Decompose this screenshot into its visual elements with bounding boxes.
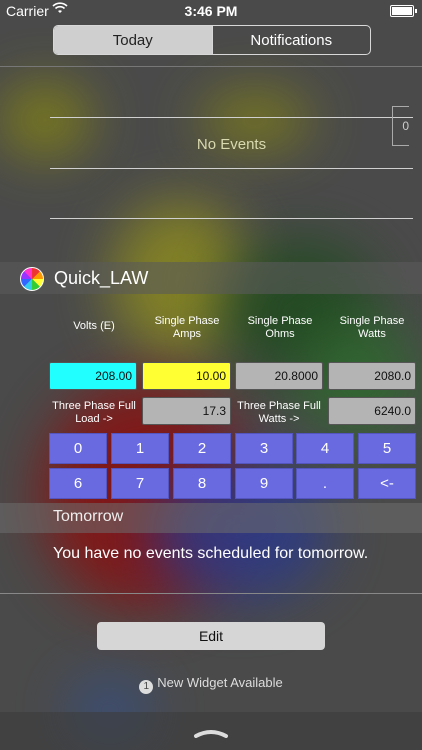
tab-notifications[interactable]: Notifications xyxy=(211,26,371,54)
amps-input[interactable]: 10.00 xyxy=(142,362,231,390)
three-phase-load-label: Three Phase Full Load -> xyxy=(52,400,136,425)
key-2[interactable]: 2 xyxy=(173,433,231,464)
key-9[interactable]: 9 xyxy=(235,468,293,499)
watts-value: 2080.0 xyxy=(328,362,416,390)
status-time: 3:46 PM xyxy=(184,3,238,19)
segmented-control: Today Notifications xyxy=(53,25,371,55)
key-8[interactable]: 8 xyxy=(173,468,231,499)
three-phase-watts-value: 6240.0 xyxy=(328,397,416,425)
key-3[interactable]: 3 xyxy=(235,433,293,464)
key-1[interactable]: 1 xyxy=(111,433,169,464)
tab-today[interactable]: Today xyxy=(54,26,212,54)
battery-icon xyxy=(390,5,417,17)
grabber-handle-icon[interactable] xyxy=(193,725,229,738)
edit-button[interactable]: Edit xyxy=(97,622,325,650)
tomorrow-message: You have no events scheduled for tomorro… xyxy=(53,545,369,562)
new-widget-notice[interactable]: 1 New Widget Available xyxy=(0,675,422,694)
widget-header[interactable]: Quick_LAW xyxy=(0,262,422,294)
amps-header: Single Phase Amps xyxy=(154,315,220,340)
key-0[interactable]: 0 xyxy=(49,433,107,464)
key-4[interactable]: 4 xyxy=(296,433,354,464)
new-widget-label: New Widget Available xyxy=(157,675,283,690)
key-6[interactable]: 6 xyxy=(49,468,107,499)
tomorrow-title: Tomorrow xyxy=(53,508,124,525)
no-events-label: No Events xyxy=(196,136,267,153)
three-phase-load-value: 17.3 xyxy=(142,397,231,425)
key-decimal[interactable]: . xyxy=(296,468,354,499)
calendar-line xyxy=(50,218,413,219)
watts-header: Single Phase Watts xyxy=(339,315,405,340)
three-phase-watts-label: Three Phase Full Watts -> xyxy=(237,400,321,425)
calendar-overflow-box: 0 xyxy=(392,106,409,146)
divider xyxy=(0,593,422,594)
key-backspace[interactable]: <- xyxy=(358,468,416,499)
color-wheel-icon xyxy=(20,267,44,291)
ohms-header: Single Phase Ohms xyxy=(247,315,313,340)
ohms-value: 20.8000 xyxy=(235,362,323,390)
status-bar: Carrier 3:46 PM xyxy=(0,0,422,22)
badge-count-icon: 1 xyxy=(139,680,154,694)
volts-header: Volts (E) xyxy=(73,320,115,332)
key-7[interactable]: 7 xyxy=(111,468,169,499)
divider xyxy=(0,66,422,67)
calendar-line xyxy=(50,168,413,169)
calendar-line xyxy=(50,117,413,118)
key-5[interactable]: 5 xyxy=(358,433,416,464)
volts-input[interactable]: 208.00 xyxy=(49,362,137,390)
widget-title: Quick_LAW xyxy=(54,268,149,288)
